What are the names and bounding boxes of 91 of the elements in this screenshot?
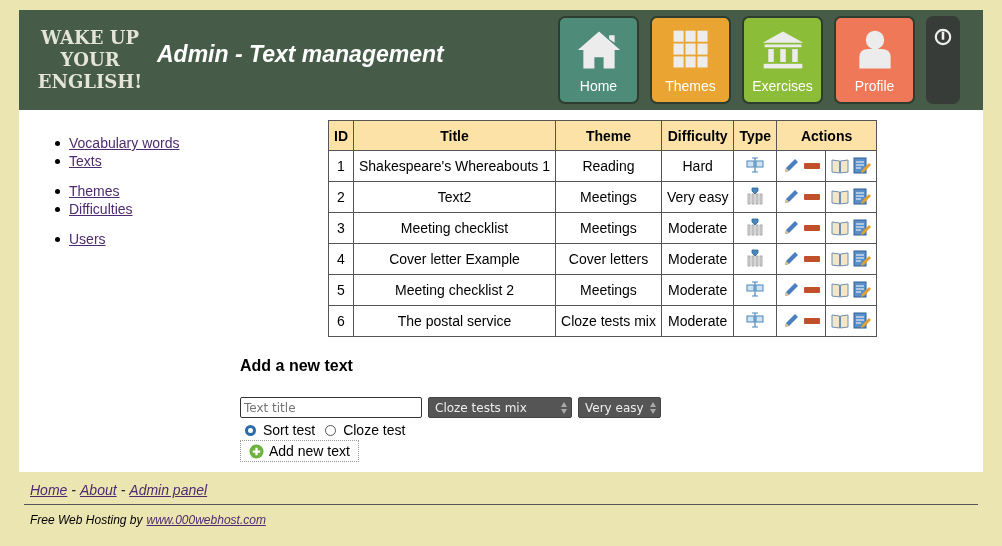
edit-document-icon[interactable] xyxy=(853,188,872,206)
page-title: Admin - Text management xyxy=(157,40,446,68)
spinner-arrows-icon xyxy=(561,401,567,414)
table-cell: 3 xyxy=(328,212,354,244)
table-cell: Hard xyxy=(661,150,734,182)
minus-icon[interactable] xyxy=(804,194,821,200)
pencil-icon[interactable] xyxy=(782,157,801,175)
column-header: Type xyxy=(733,120,777,151)
table-cell: 2 xyxy=(328,181,354,213)
form-heading: Add a new text xyxy=(240,357,354,375)
radio-button[interactable] xyxy=(245,424,256,436)
table-cell: Moderate xyxy=(661,274,734,306)
bullet-icon xyxy=(55,188,60,194)
title-input[interactable]: Text title xyxy=(240,397,422,418)
difficulty-select[interactable]: Very easy xyxy=(578,397,661,418)
minus-icon[interactable] xyxy=(804,318,821,324)
separator-text: - xyxy=(71,482,77,498)
edit-document-icon[interactable] xyxy=(853,219,872,237)
edit-document-icon[interactable] xyxy=(853,250,872,268)
table-cell: Very easy xyxy=(661,181,734,213)
bullet-icon xyxy=(55,236,60,242)
column-header: Difficulty xyxy=(661,120,734,151)
table-cell: Moderate xyxy=(661,243,734,275)
book-icon[interactable] xyxy=(831,313,850,329)
table-cell: Cover letters xyxy=(555,243,662,275)
pencil-icon[interactable] xyxy=(782,281,801,299)
add-button[interactable]: Add new text xyxy=(240,440,359,462)
theme-select[interactable]: Cloze tests mix xyxy=(428,397,572,418)
pencil-icon[interactable] xyxy=(782,188,801,206)
power-icon xyxy=(934,28,952,46)
logo-text: ENGLISH! xyxy=(37,71,143,93)
sidebar-link[interactable]: Vocabulary words xyxy=(69,134,180,152)
minus-icon[interactable] xyxy=(804,287,821,293)
pencil-icon[interactable] xyxy=(782,219,801,237)
pencil-icon[interactable] xyxy=(782,312,801,330)
footer-link[interactable]: Admin panel xyxy=(129,482,208,498)
edit-document-icon[interactable] xyxy=(853,157,872,175)
table-cell: Text2 xyxy=(353,181,556,213)
logo-text: WAKE UP xyxy=(41,27,139,49)
book-icon[interactable] xyxy=(831,189,850,205)
table-cell: 4 xyxy=(328,243,354,275)
sidebar-link[interactable]: Themes xyxy=(69,182,120,200)
table-cell: Reading xyxy=(555,150,662,182)
column-header: ID xyxy=(328,120,354,151)
bullet-icon xyxy=(55,140,60,146)
column-header: Theme xyxy=(555,120,662,151)
hosting-link[interactable]: www.000webhost.com xyxy=(146,513,266,527)
house-icon xyxy=(575,29,622,71)
edit-document-icon[interactable] xyxy=(853,281,872,299)
minus-icon[interactable] xyxy=(804,256,821,262)
column-header: Title xyxy=(353,120,556,151)
minus-icon[interactable] xyxy=(804,163,821,169)
hosting-text: Free Web Hosting by xyxy=(30,513,143,527)
book-icon[interactable] xyxy=(831,158,850,174)
radio-button[interactable] xyxy=(325,424,337,436)
bullet-icon xyxy=(55,206,60,212)
book-icon[interactable] xyxy=(831,251,850,267)
table-cell: Meetings xyxy=(555,274,662,306)
bullet-icon xyxy=(55,158,60,164)
table-cell: Cloze tests mix xyxy=(555,305,662,337)
footer-link[interactable]: Home xyxy=(30,482,68,498)
book-icon[interactable] xyxy=(831,220,850,236)
table-cell: Moderate xyxy=(661,305,734,337)
sidebar-link[interactable]: Difficulties xyxy=(69,200,133,218)
table-cell: Moderate xyxy=(661,212,734,244)
column-header: Actions xyxy=(776,120,877,151)
pencil-icon[interactable] xyxy=(782,250,801,268)
radio-label: Cloze test xyxy=(343,422,406,438)
table-cell: 5 xyxy=(328,274,354,306)
nav-tile[interactable]: Home xyxy=(558,16,639,104)
book-icon[interactable] xyxy=(831,282,850,298)
table-cell: Cover letter Example xyxy=(353,243,556,275)
logout-button[interactable] xyxy=(926,16,960,104)
radio-label: Sort test xyxy=(263,422,316,438)
footer-link[interactable]: About xyxy=(80,482,117,498)
edit-document-icon[interactable] xyxy=(853,312,872,330)
table-cell: Meetings xyxy=(555,212,662,244)
logo-text: YOUR xyxy=(60,49,120,71)
plus-icon xyxy=(249,443,264,459)
table-cell: 1 xyxy=(328,150,354,182)
minus-icon[interactable] xyxy=(804,225,821,231)
sidebar-link[interactable]: Users xyxy=(69,230,106,248)
table-cell: Shakespeare's Whereabouts 1 xyxy=(353,150,556,182)
table-cell: The postal service xyxy=(353,305,556,337)
table-cell: Meeting checklist 2 xyxy=(353,274,556,306)
table-cell: Meetings xyxy=(555,181,662,213)
table-cell: Meeting checklist xyxy=(353,212,556,244)
table-cell: 6 xyxy=(328,305,354,337)
separator-text: - xyxy=(120,482,126,498)
spinner-arrows-icon xyxy=(650,401,656,414)
sidebar-link[interactable]: Texts xyxy=(69,152,102,170)
